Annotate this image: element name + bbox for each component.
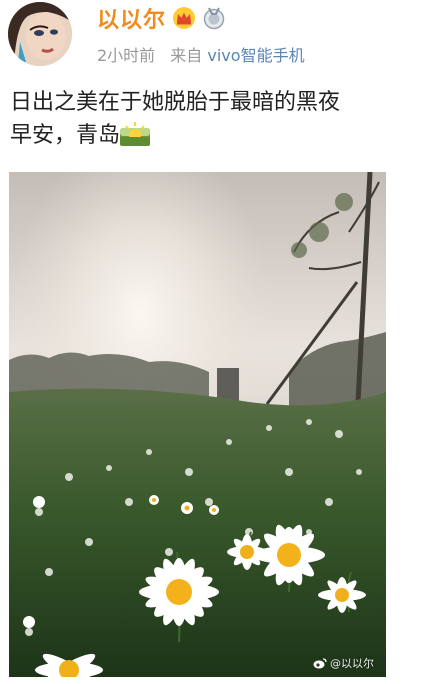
username-row: 以以尔 bbox=[97, 2, 226, 34]
post-header: 以以尔 2小时前 来自 vivo智能手机 bbox=[0, 0, 440, 72]
post-body-text: 日出之美在于她脱胎于最暗的黑夜 早安，青岛 bbox=[10, 86, 435, 152]
avatar-portrait-icon bbox=[8, 2, 72, 66]
medal-badge-icon[interactable] bbox=[202, 6, 226, 30]
daisy-field-sunrise-photo[interactable]: @以以尔 bbox=[9, 172, 386, 677]
source-prefix: 来自 bbox=[170, 46, 203, 65]
post-text-line-2-text: 早安，青岛 bbox=[10, 123, 121, 148]
avatar[interactable] bbox=[8, 2, 72, 66]
username[interactable]: 以以尔 bbox=[97, 2, 166, 34]
post-source-link[interactable]: vivo智能手机 bbox=[207, 46, 304, 65]
crown-vip-icon[interactable] bbox=[172, 6, 196, 30]
photo-image bbox=[9, 172, 386, 677]
watermark-text: @以以尔 bbox=[330, 657, 374, 670]
post-time: 2小时前 bbox=[97, 46, 156, 65]
weibo-logo-icon bbox=[313, 657, 327, 669]
photo-watermark: @以以尔 bbox=[313, 655, 374, 671]
post-text-line-2: 早安，青岛 bbox=[10, 119, 435, 152]
post-text-line-1: 日出之美在于她脱胎于最暗的黑夜 bbox=[10, 90, 341, 115]
sunrise-emoji-icon bbox=[120, 120, 151, 146]
post-meta: 2小时前 来自 vivo智能手机 bbox=[97, 42, 305, 66]
